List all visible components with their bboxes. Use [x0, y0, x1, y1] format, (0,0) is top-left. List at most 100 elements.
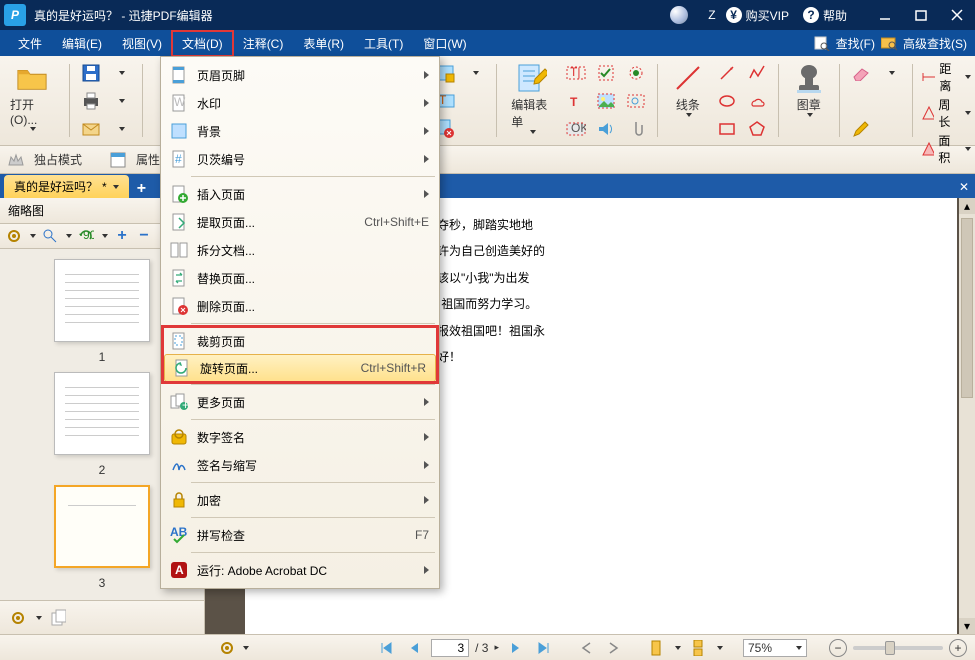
close-button[interactable]	[939, 0, 975, 30]
continuous-page-button[interactable]	[687, 637, 709, 659]
textbox-button[interactable]: T|	[563, 60, 589, 86]
single-page-button[interactable]	[645, 637, 667, 659]
menu-item-digital-sign[interactable]: 数字签名	[161, 423, 439, 451]
first-page-button[interactable]	[375, 637, 397, 659]
user-letter[interactable]: Z	[708, 8, 715, 22]
zoom-thumb-button[interactable]	[42, 228, 58, 244]
rect-button[interactable]	[714, 116, 740, 142]
menu-tools[interactable]: 工具(T)	[354, 31, 413, 56]
distance-tool[interactable]: 距离	[921, 60, 972, 94]
thumbnail-page-1[interactable]	[54, 259, 150, 342]
menu-item-insert-page[interactable]: 插入页面	[161, 180, 439, 208]
scroll-up-button[interactable]: ▴	[959, 198, 975, 214]
document-tab[interactable]: 真的是好运吗？ *	[4, 175, 129, 198]
menu-item-header-footer[interactable]: 页眉页脚	[161, 61, 439, 89]
rotate-thumb-button[interactable]: 90	[78, 228, 94, 244]
gear-icon[interactable]	[6, 228, 22, 244]
next-page-button[interactable]	[505, 637, 527, 659]
menu-forms[interactable]: 表单(R)	[293, 31, 354, 56]
find-button[interactable]: 查找(F)	[836, 35, 875, 52]
globe-icon[interactable]	[670, 6, 688, 24]
maximize-button[interactable]	[903, 0, 939, 30]
menu-item-spell-check[interactable]: ABC拼写检查F7	[161, 521, 439, 549]
tool-dropdown-1[interactable]	[462, 60, 488, 86]
menu-item-delete-page[interactable]: 删除页面...	[161, 292, 439, 320]
edit-form-button[interactable]: 编辑表单	[505, 60, 559, 136]
tab-dropdown-icon[interactable]	[113, 185, 119, 189]
menu-comments[interactable]: 注释(C)	[233, 31, 294, 56]
zoom-out-button[interactable]: −	[829, 639, 847, 657]
prev-page-button[interactable]	[403, 637, 425, 659]
print-dropdown[interactable]	[108, 88, 134, 114]
last-page-button[interactable]	[533, 637, 555, 659]
scroll-down-button[interactable]: ▾	[959, 618, 975, 634]
nav-back-button[interactable]	[575, 637, 597, 659]
email-button[interactable]	[78, 116, 104, 142]
ellipse-button[interactable]	[714, 88, 740, 114]
image-widget[interactable]	[593, 88, 619, 114]
polyline-button[interactable]	[744, 60, 770, 86]
email-dropdown[interactable]	[108, 116, 134, 142]
menu-item-replace-page[interactable]: 替换页面...	[161, 264, 439, 292]
menu-view[interactable]: 视图(V)	[112, 31, 172, 56]
save-dropdown[interactable]	[108, 60, 134, 86]
cloud-button[interactable]	[744, 88, 770, 114]
stamp-button[interactable]: 图章	[787, 60, 831, 119]
button-widget[interactable]: OK	[563, 116, 589, 142]
eraser-button[interactable]	[848, 60, 874, 86]
add-page-button[interactable]: +	[114, 228, 130, 244]
exclusive-mode-button[interactable]: 独占模式	[34, 151, 82, 168]
zoom-slider[interactable]	[853, 646, 943, 650]
arrow-button[interactable]	[714, 60, 740, 86]
menu-item-crop-page[interactable]: 裁剪页面	[161, 327, 439, 355]
minimize-button[interactable]	[867, 0, 903, 30]
attach-widget[interactable]	[623, 116, 649, 142]
zoom-select[interactable]: 75%	[743, 639, 807, 657]
new-tab-button[interactable]: +	[137, 180, 146, 198]
area-tool[interactable]: 面积	[921, 132, 972, 166]
nav-fwd-button[interactable]	[603, 637, 625, 659]
menu-item-watermark[interactable]: W水印	[161, 89, 439, 117]
scrollbar-thumb[interactable]	[961, 218, 973, 398]
pencil-button[interactable]	[848, 116, 874, 142]
radio-widget[interactable]	[623, 60, 649, 86]
page-number-input[interactable]	[431, 639, 469, 657]
menu-item-background[interactable]: 背景	[161, 117, 439, 145]
link-widget[interactable]	[623, 88, 649, 114]
tab-strip-close-button[interactable]: ✕	[953, 176, 975, 198]
gear-icon[interactable]	[10, 610, 26, 626]
menu-edit[interactable]: 编辑(E)	[52, 31, 112, 56]
line-tool-button[interactable]: 线条	[666, 60, 710, 119]
open-button[interactable]: 打开(O)...	[4, 60, 61, 133]
zoom-in-button[interactable]: +	[949, 639, 967, 657]
thumbnail-page-2[interactable]	[54, 372, 150, 455]
vertical-scrollbar[interactable]: ▴ ▾	[959, 198, 975, 634]
gear-icon[interactable]	[219, 640, 235, 656]
menu-item-bates[interactable]: #贝茨编号	[161, 145, 439, 173]
help-link[interactable]: 帮助	[823, 7, 847, 24]
remove-page-button[interactable]: −	[136, 228, 152, 244]
perimeter-tool[interactable]: 周长	[921, 96, 972, 130]
menu-item-extract-page[interactable]: 提取页面...Ctrl+Shift+E	[161, 208, 439, 236]
checkbox-widget[interactable]	[593, 60, 619, 86]
menu-item-more-pages[interactable]: +更多页面	[161, 388, 439, 416]
menu-item-encrypt[interactable]: 加密	[161, 486, 439, 514]
menu-window[interactable]: 窗口(W)	[413, 31, 476, 56]
menu-document[interactable]: 文档(D)	[172, 31, 233, 56]
save-button[interactable]	[78, 60, 104, 86]
menu-file[interactable]: 文件	[8, 31, 52, 56]
menu-item-sign-initials[interactable]: 签名与缩写	[161, 451, 439, 479]
thumbnail-page-3[interactable]	[54, 485, 150, 568]
menu-item-run[interactable]: A运行: Adobe Acrobat DC	[161, 556, 439, 584]
menu-item-rotate-page[interactable]: 旋转页面...Ctrl+Shift+R	[164, 354, 436, 382]
text-button[interactable]: T	[563, 88, 589, 114]
menu-item-split-doc[interactable]: 拆分文档...	[161, 236, 439, 264]
adv-find-button[interactable]: 高级查找(S)	[903, 35, 967, 52]
sound-widget[interactable]	[593, 116, 619, 142]
print-button[interactable]	[78, 88, 104, 114]
polygon-button[interactable]	[744, 116, 770, 142]
buy-vip-link[interactable]: 购买VIP	[746, 7, 789, 24]
zoom-slider-knob[interactable]	[885, 641, 895, 655]
pencil-dropdown[interactable]	[878, 60, 904, 86]
copy-pages-icon[interactable]	[50, 610, 66, 626]
